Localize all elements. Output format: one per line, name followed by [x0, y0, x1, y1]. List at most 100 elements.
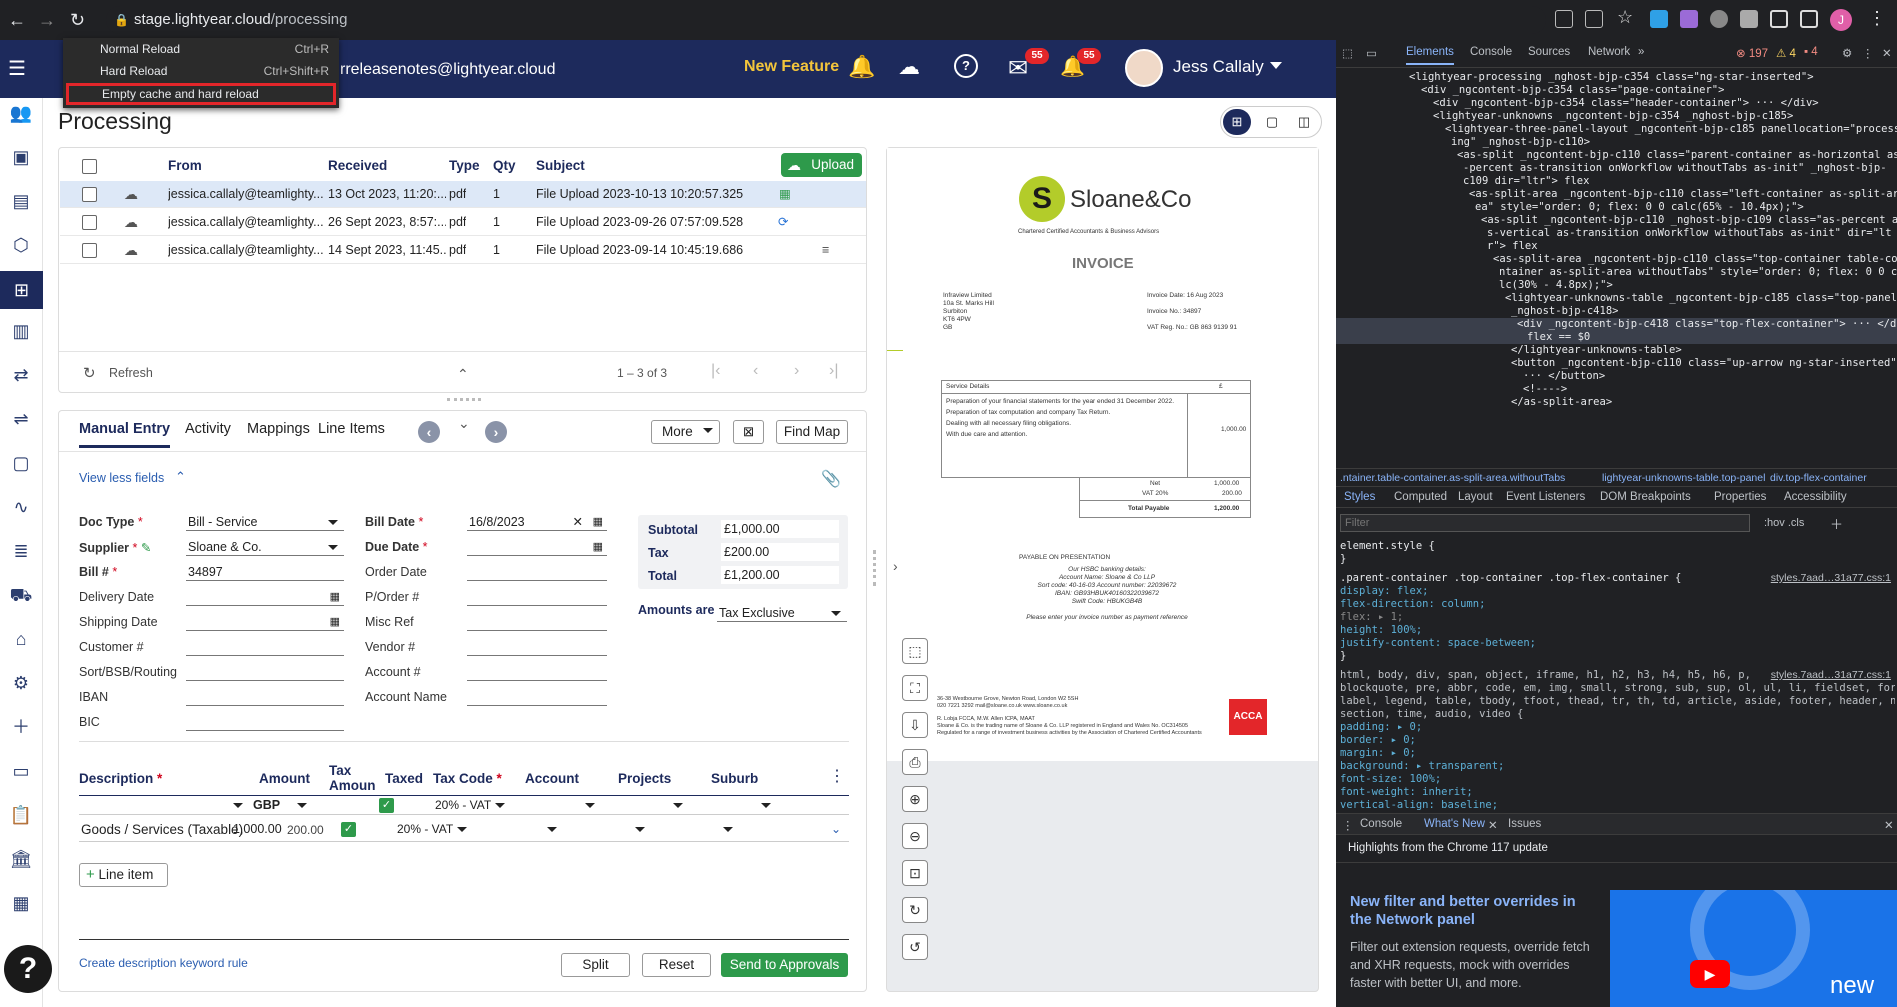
styles-tab-styles[interactable]: Styles — [1344, 491, 1375, 503]
sidebar-settings-icon[interactable]: ⚙ — [6, 668, 36, 698]
add-line-item-button[interactable]: + Line item — [79, 863, 168, 887]
sidebar-clipboard-icon[interactable]: 📋 — [6, 800, 36, 830]
menu-item-normal-reload[interactable]: Normal Reload Ctrl+R — [63, 38, 339, 60]
styles-filter-input[interactable] — [1340, 514, 1750, 532]
menu-item-empty-cache-reload[interactable]: Empty cache and hard reload — [66, 83, 336, 105]
view-less-fields-link[interactable]: View less fields — [79, 471, 164, 485]
col-received[interactable]: Received — [328, 158, 387, 173]
bell-ring-icon[interactable]: 🔔 — [848, 54, 875, 80]
print-icon[interactable]: ⎙ — [902, 749, 928, 775]
doc-type-select[interactable]: Bill - Service — [186, 513, 344, 531]
breadcrumb-item[interactable]: .ntainer.table-container.as-split-area.w… — [1340, 472, 1565, 484]
account-filter[interactable] — [519, 796, 601, 814]
dom-node[interactable]: ntainer as-split-area withoutTabs" style… — [1499, 266, 1897, 279]
zoom-out-icon[interactable]: ⊖ — [902, 823, 928, 849]
news-title-link[interactable]: New filter and better overrides in the N… — [1350, 893, 1590, 929]
tabs-next-icon[interactable]: › — [485, 421, 507, 443]
table-row[interactable]: ☁ jessica.callaly@teamlighty... 14 Sept … — [60, 237, 866, 264]
fullscreen-icon[interactable]: ⛶ — [902, 675, 928, 701]
sidebar-sync-icon[interactable]: ⇄ — [6, 360, 36, 390]
column-options-icon[interactable]: ⋮ — [829, 766, 845, 786]
styles-tab-accessibility[interactable]: Accessibility — [1784, 491, 1847, 503]
more-tabs-icon[interactable]: » — [1638, 46, 1644, 58]
bill-date-input[interactable]: 16/8/2023 ✕ ▦ — [467, 513, 607, 531]
sidebar-truck-icon[interactable]: ⛟ — [6, 580, 36, 610]
dom-node[interactable]: <div _ngcontent-bjp-c354 class="page-con… — [1421, 84, 1724, 97]
col-from[interactable]: From — [168, 158, 202, 173]
total-value[interactable]: £1,200.00 — [721, 566, 839, 584]
row-checkbox[interactable] — [82, 215, 97, 230]
error-count[interactable]: ⊗ 197 — [1736, 46, 1768, 60]
chrome-menu-icon[interactable]: ⋮ — [1868, 8, 1886, 29]
dom-node[interactable]: s-vertical as-transition onWorkflow with… — [1487, 227, 1892, 240]
taxed-filter-checkbox[interactable]: ✓ — [379, 798, 394, 813]
processing-status-icon[interactable]: ▦ — [779, 181, 791, 208]
reload-icon[interactable]: ↻ — [70, 10, 85, 31]
refresh-icon[interactable]: ↻ — [83, 364, 96, 382]
tab-manual-entry[interactable]: Manual Entry — [79, 421, 171, 448]
whats-new-video-thumbnail[interactable]: ▶ new — [1610, 890, 1897, 1007]
menu-toggle-icon[interactable]: ☰ — [8, 56, 26, 81]
row-checkbox[interactable] — [82, 243, 97, 258]
line-projects-select[interactable] — [569, 820, 651, 838]
devtools-tab-sources[interactable]: Sources — [1528, 46, 1570, 58]
extension-circle-icon[interactable] — [1710, 10, 1728, 28]
amounts-are-select[interactable]: Tax Exclusive — [717, 604, 847, 622]
drawer-tab-whats-new[interactable]: What's New — [1424, 818, 1485, 830]
col-qty[interactable]: Qty — [493, 158, 516, 173]
splitter-handle[interactable] — [447, 398, 481, 401]
sidebar-processing-icon[interactable]: ⊞ — [0, 271, 43, 309]
share-icon[interactable] — [1585, 10, 1603, 28]
bic-input[interactable] — [186, 713, 344, 731]
back-icon[interactable]: ← — [8, 10, 26, 31]
dom-node[interactable]: <div _ngcontent-bjp-c354 class="header-c… — [1433, 97, 1819, 110]
rotate-left-icon[interactable]: ↺ — [902, 934, 928, 960]
tax-code-filter[interactable]: 20% - VAT — [433, 796, 511, 814]
devtools-menu-icon[interactable]: ⋮ — [1862, 46, 1874, 60]
iban-input[interactable] — [186, 688, 344, 706]
new-style-rule-icon[interactable]: ＋ — [1830, 514, 1843, 533]
issue-count[interactable]: ▪ 4 — [1804, 46, 1818, 58]
dom-node[interactable]: <button _ngcontent-bjp-c110 class="up-ar… — [1511, 357, 1897, 370]
bill-number-input[interactable]: 34897 — [186, 563, 344, 581]
sidebar-card-icon[interactable]: ▭ — [6, 756, 36, 786]
projects-filter[interactable] — [607, 796, 689, 814]
dom-node[interactable]: -percent as-transition onWorkflow withou… — [1463, 162, 1887, 175]
user-menu-chevron-icon[interactable] — [1270, 62, 1282, 69]
dom-node[interactable]: <as-split-area _ngcontent-bjp-c110 class… — [1493, 253, 1897, 266]
close-drawer-icon[interactable]: ✕ — [1884, 818, 1894, 832]
dom-node-selected[interactable]: flex == $0 — [1336, 331, 1897, 344]
single-panel-layout-icon[interactable]: ▢ — [1259, 109, 1285, 135]
close-whats-new-icon[interactable]: ✕ — [1488, 818, 1498, 832]
tabs-prev-icon[interactable]: ‹ — [418, 421, 440, 443]
drawer-menu-icon[interactable]: ⋮ — [1342, 818, 1354, 832]
split-panel-layout-icon[interactable]: ◫ — [1291, 109, 1317, 135]
forward-icon[interactable]: → — [38, 10, 56, 31]
currency-select[interactable]: GBP — [251, 796, 313, 814]
dom-node[interactable]: <lightyear-three-panel-layout _ngcontent… — [1445, 123, 1897, 136]
order-date-input[interactable] — [467, 563, 607, 581]
warning-count[interactable]: ⚠ 4 — [1776, 46, 1796, 60]
line-suburb-select[interactable] — [657, 820, 739, 838]
sidebar-po-icon[interactable]: ▢ — [6, 448, 36, 478]
split-button[interactable]: Split — [561, 953, 630, 977]
drawer-tab-console[interactable]: Console — [1360, 818, 1402, 830]
sidebar-contacts-icon[interactable]: 👥 — [6, 98, 36, 128]
dom-node[interactable]: <lightyear-unknowns _ngcontent-bjp-c354 … — [1433, 110, 1793, 123]
user-name[interactable]: Jess Callaly — [1173, 57, 1264, 77]
tab-mappings[interactable]: Mappings — [247, 421, 310, 437]
install-app-icon[interactable] — [1555, 10, 1573, 28]
new-feature-link[interactable]: New Feature — [744, 58, 839, 76]
subtotal-value[interactable]: £1,000.00 — [721, 520, 839, 538]
delivery-date-input[interactable]: ▦ — [186, 588, 344, 606]
dom-node[interactable]: <lightyear-unknowns-table _ngcontent-bjp… — [1505, 292, 1897, 305]
line-taxed-checkbox[interactable]: ✓ — [341, 822, 356, 837]
vendor-number-input[interactable] — [467, 638, 607, 656]
select-text-tool-icon[interactable]: ⬚ — [902, 638, 928, 664]
upload-button[interactable]: ☁ Upload — [781, 153, 862, 177]
collapse-down-icon[interactable]: ⌄ — [458, 415, 470, 432]
calendar-icon[interactable]: ▦ — [330, 588, 340, 606]
side-panel-icon[interactable] — [1800, 10, 1818, 28]
calendar-icon[interactable]: ▦ — [330, 613, 340, 631]
dom-node[interactable]: ea" style="order: 0; flex: 0 0 calc(65% … — [1475, 201, 1804, 214]
